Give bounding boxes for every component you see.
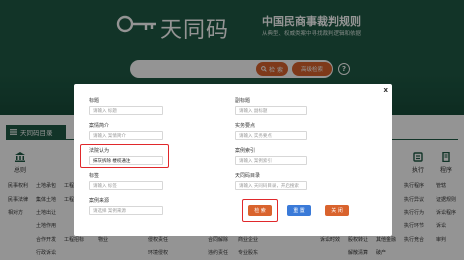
title-input[interactable]: 请输入 标题 <box>89 106 163 115</box>
advanced-search-dialog: x 标题 请输入 标题 案情简介 请输入 案情简介 法院认为 抹灰拆除 楼权通注… <box>74 84 392 236</box>
reset-button[interactable]: 重 置 <box>287 205 311 216</box>
directory-code-label: 天同码目录 <box>235 173 261 179</box>
close-button[interactable]: 关 闭 <box>325 205 349 216</box>
case-index-input[interactable]: 请输入 案例索引 <box>235 156 307 165</box>
case-summary-input[interactable]: 请输入 案情简介 <box>89 131 163 140</box>
practice-points-label: 实务要点 <box>235 123 256 129</box>
highlight-box-search <box>242 199 278 222</box>
directory-code-input[interactable]: 请输入 天同码目录，开启搜索 <box>235 181 307 190</box>
case-source-select[interactable]: 请选择 案例来源 <box>89 206 163 215</box>
subtitle-input[interactable]: 请输入 副标题 <box>235 106 307 115</box>
case-source-label: 案例来源 <box>89 198 110 204</box>
tags-input[interactable]: 请输入 标签 <box>89 181 163 190</box>
title-label: 标题 <box>89 98 100 104</box>
highlight-box-court-opinion <box>80 144 169 168</box>
practice-points-input[interactable]: 请输入 实务要点 <box>235 131 307 140</box>
close-icon[interactable]: x <box>383 86 388 94</box>
case-summary-label: 案情简介 <box>89 123 110 129</box>
subtitle-label: 副标题 <box>235 98 251 104</box>
case-index-label: 案例索引 <box>235 148 256 154</box>
tags-label: 标签 <box>89 173 100 179</box>
